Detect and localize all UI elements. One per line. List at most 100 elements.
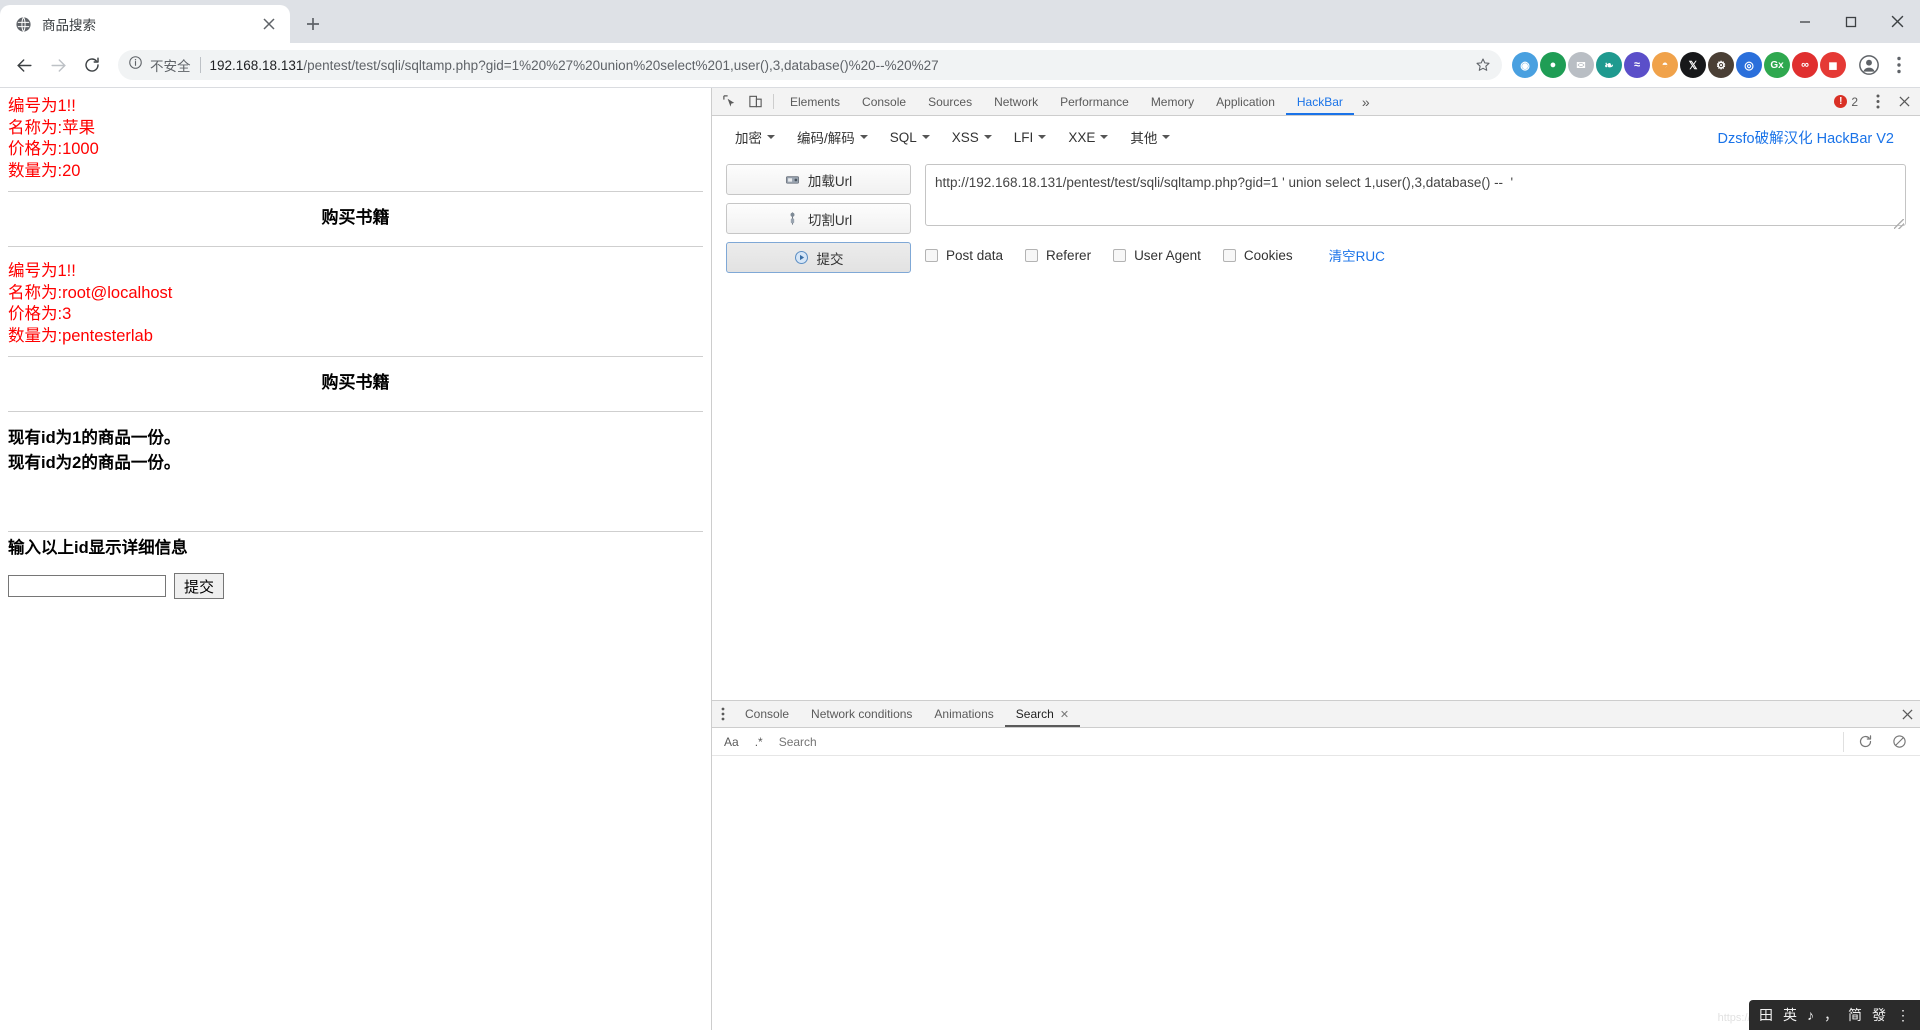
gid-input[interactable] [8,575,166,597]
ime-emoji-icon[interactable]: 發 [1872,1005,1886,1025]
menu-label: XXE [1068,129,1096,145]
checkbox-cookies[interactable]: Cookies [1222,248,1293,263]
id-list-item: 现有id为1的商品一份。 [8,429,181,447]
refresh-icon[interactable] [1852,734,1878,749]
ime-simplified-icon[interactable]: 简 [1848,1005,1862,1025]
tab-network[interactable]: Network [983,88,1049,115]
extension-icon[interactable]: 𝕏 [1680,52,1706,78]
extension-icon[interactable]: ❧ [1596,52,1622,78]
arrow-left-icon[interactable] [8,49,40,81]
kebab-menu-icon[interactable] [1886,49,1912,81]
devtools-close-icon[interactable] [1892,89,1916,115]
hackbar-menu-encoding[interactable]: 编码/解码 [788,122,877,152]
tab-performance[interactable]: Performance [1049,88,1140,115]
security-chip[interactable]: 不安全 [128,55,191,75]
hackbar-menu-encrypt[interactable]: 加密 [726,122,784,152]
result-line: 价格为:1000 [8,140,99,158]
extension-icon[interactable]: ◓ [1652,52,1678,78]
extensions-area: ◉ ● ✉ ❧ ≈ ◓ 𝕏 ⚙ ◎ Gx ∞ ◼ [1512,52,1846,78]
browser-toolbar: 不安全 192.168.18.131/pentest/test/sqli/sql… [0,43,1920,88]
checkbox-user-agent[interactable]: User Agent [1113,248,1201,263]
id-list-item: 现有id为2的商品一份。 [8,454,181,472]
account-circle-icon[interactable] [1854,50,1884,80]
button-label: 切割Url [807,212,853,228]
close-icon[interactable] [258,13,280,35]
tab-console[interactable]: Console [851,88,917,115]
drawer-tab-network-conditions[interactable]: Network conditions [800,701,923,727]
arrow-right-icon[interactable] [42,49,74,81]
checkbox-label: Post data [946,247,1004,263]
chevron-down-icon [859,135,868,139]
drawer-kebab-icon[interactable] [712,701,734,727]
drawer-tab-console[interactable]: Console [734,701,800,727]
star-icon[interactable] [1470,52,1496,78]
ime-menu-icon[interactable]: ⋮ [1896,1007,1910,1024]
extension-icon[interactable]: ⚙ [1708,52,1734,78]
divider [199,57,201,73]
error-count: 2 [1851,94,1858,109]
error-badge[interactable]: ! 2 [1828,95,1864,109]
hackbar-menu-xss[interactable]: XSS [943,125,1001,150]
hackbar-menu-xxe[interactable]: XXE [1059,125,1117,150]
ime-language-icon[interactable]: 英 [1783,1005,1797,1025]
extension-icon[interactable]: ≈ [1624,52,1650,78]
menu-label: LFI [1013,129,1034,145]
clear-ruc-link[interactable]: 清空RUC [1329,245,1385,265]
hackbar-menu-lfi[interactable]: LFI [1005,125,1056,150]
inspect-cursor-icon[interactable] [716,88,742,115]
tab-elements[interactable]: Elements [779,88,851,115]
tab-application[interactable]: Application [1205,88,1286,115]
extension-icon[interactable]: ◉ [1512,52,1538,78]
ime-toolbar[interactable]: 田 英 ♪ ， 简 發 ⋮ [1749,1000,1920,1030]
resize-handle[interactable] [1894,219,1904,229]
minimize-icon[interactable] [1782,0,1828,43]
ime-mode-icon[interactable]: 田 [1759,1005,1773,1025]
product-search-form: 提交 [8,561,703,599]
tab-hackbar[interactable]: HackBar [1286,88,1354,115]
chevron-double-right-icon[interactable]: » [1354,88,1378,115]
execute-button[interactable]: 提交 [726,242,911,273]
devtools-wrapper: Elements Console Sources Network Perform… [712,88,1920,1030]
result-block: 编号为1!! 名称为:root@localhost 价格为:3 数量为:pent… [8,247,703,347]
drawer-tab-label: Search [1015,707,1054,721]
browser-tab[interactable]: 商品搜索 [0,5,290,43]
reload-icon[interactable] [76,49,108,81]
load-url-button[interactable]: 加载Url [726,164,911,195]
address-bar[interactable]: 不安全 192.168.18.131/pentest/test/sqli/sql… [118,50,1502,80]
maximize-icon[interactable] [1828,0,1874,43]
extension-icon[interactable]: ∞ [1792,52,1818,78]
device-toolbar-icon[interactable] [742,88,768,115]
submit-button[interactable]: 提交 [174,573,225,599]
devtools-settings-icon[interactable] [1866,89,1890,115]
tab-memory[interactable]: Memory [1140,88,1205,115]
close-icon[interactable] [1874,0,1920,43]
hackbar-menu-other[interactable]: 其他 [1121,122,1179,152]
drawer-tab-search[interactable]: Search ✕ [1005,701,1080,727]
new-tab-button[interactable] [298,9,328,39]
extension-icon[interactable]: ◎ [1736,52,1762,78]
hackbar-panel: 加密 编码/解码 SQL XSS LFI XXE 其他 Dzsfo破解汉化 Ha… [712,116,1920,700]
tab-sources[interactable]: Sources [917,88,983,115]
hackbar-menu-sql[interactable]: SQL [881,125,939,150]
extension-icon[interactable]: Gx [1764,52,1790,78]
hackbar-url-input[interactable] [925,164,1906,226]
menu-label: 加密 [735,131,762,146]
ime-sound-icon[interactable]: ♪ [1807,1007,1814,1023]
divider [773,94,774,109]
extension-icon[interactable]: ◼ [1820,52,1846,78]
devtools-tabbar: Elements Console Sources Network Perform… [712,88,1920,116]
checkbox-referer[interactable]: Referer [1025,248,1091,263]
checkbox-post-data[interactable]: Post data [925,248,1003,263]
extension-icon[interactable]: ✉ [1568,52,1594,78]
drawer-tab-animations[interactable]: Animations [923,701,1004,727]
extension-icon[interactable]: ● [1540,52,1566,78]
match-case-button[interactable]: Aa [720,735,743,749]
close-icon[interactable]: ✕ [1060,708,1069,721]
search-input[interactable] [774,731,1844,752]
split-url-button[interactable]: 切割Url [726,203,911,234]
ime-punctuation-icon[interactable]: ， [1824,1005,1838,1025]
drawer-close-icon[interactable] [1894,701,1920,727]
clear-circle-icon[interactable] [1886,734,1912,749]
info-circle-icon [128,55,143,75]
regex-button[interactable]: .* [751,735,767,749]
